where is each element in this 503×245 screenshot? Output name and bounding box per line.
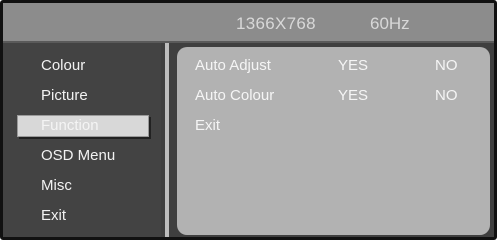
auto-colour-row[interactable]: Auto Colour YES NO <box>177 87 490 107</box>
menu-item-label: Misc <box>41 177 72 194</box>
menu-item-label: Colour <box>41 57 86 74</box>
menu-item-exit[interactable]: Exit <box>17 205 149 227</box>
osd-menu-sidebar: Colour Picture Function OSD Menu Misc Ex… <box>3 43 161 237</box>
menu-item-osd-menu[interactable]: OSD Menu <box>17 145 149 167</box>
menu-item-label: Exit <box>41 207 67 224</box>
auto-colour-label: Auto Colour <box>195 87 275 104</box>
auto-adjust-label: Auto Adjust <box>195 57 271 74</box>
menu-item-misc[interactable]: Misc <box>17 175 149 197</box>
menu-item-label: OSD Menu <box>41 147 116 164</box>
resolution-readout: 1366X768 <box>236 14 316 33</box>
menu-item-picture[interactable]: Picture <box>17 85 149 107</box>
refresh-rate-readout: 60Hz <box>370 14 410 33</box>
auto-adjust-no-option[interactable]: NO <box>435 57 458 74</box>
auto-adjust-row[interactable]: Auto Adjust YES NO <box>177 57 490 77</box>
osd-header: 1366X768 60Hz <box>3 3 494 43</box>
menu-item-label: Function <box>41 117 99 134</box>
function-exit-label: Exit <box>195 117 221 134</box>
auto-adjust-yes-option[interactable]: YES <box>338 57 368 74</box>
panel-divider <box>165 43 169 237</box>
menu-item-colour[interactable]: Colour <box>17 55 149 77</box>
auto-colour-no-option[interactable]: NO <box>435 87 458 104</box>
auto-colour-yes-option[interactable]: YES <box>338 87 368 104</box>
menu-item-function[interactable]: Function <box>17 115 149 137</box>
menu-item-label: Picture <box>41 87 88 104</box>
function-exit-row[interactable]: Exit <box>177 117 490 137</box>
function-panel: Auto Adjust YES NO Auto Colour YES NO Ex… <box>177 47 490 235</box>
osd-window: 1366X768 60Hz Colour Picture Function OS… <box>0 0 497 240</box>
